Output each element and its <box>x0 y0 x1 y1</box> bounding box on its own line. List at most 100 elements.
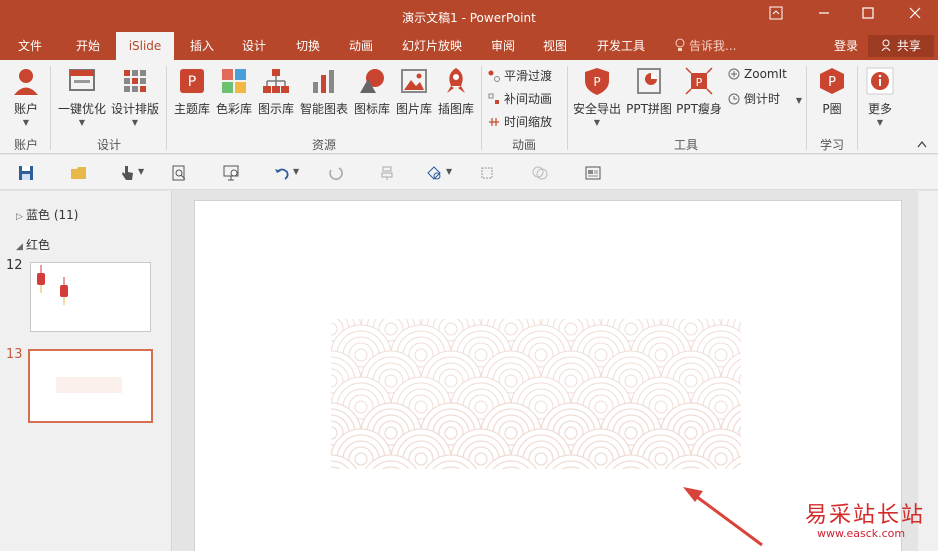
ribbon: 账户 ▼ 账户 一键优化 ▼ 设计排版 ▼ 设计 P 主题库 色彩库 图示库 智… <box>0 60 938 154</box>
group-divider <box>806 66 807 150</box>
tab-review[interactable]: 审阅 <box>481 32 525 60</box>
tab-view[interactable]: 视图 <box>533 32 577 60</box>
theme-library-button[interactable]: P 主题库 <box>172 64 212 117</box>
safe-export-button[interactable]: P 安全导出 ▼ <box>572 64 622 127</box>
design-layout-button[interactable]: 设计排版 ▼ <box>110 64 160 127</box>
open-folder-icon[interactable] <box>70 164 88 182</box>
chevron-down-icon: ▼ <box>78 118 86 127</box>
smooth-transition-button[interactable]: 平滑过渡 <box>488 67 552 84</box>
countdown-button[interactable]: 倒计时 ▼ <box>728 90 802 107</box>
one-click-optimize-button[interactable]: 一键优化 ▼ <box>58 64 106 127</box>
svg-text:P: P <box>593 75 600 89</box>
tab-animations[interactable]: 动画 <box>339 32 383 60</box>
smart-chart-label: 智能图表 <box>299 102 348 116</box>
tab-insert[interactable]: 插入 <box>180 32 224 60</box>
maximize-icon <box>862 7 874 19</box>
maximize-button[interactable] <box>858 6 878 26</box>
tween-animation-button[interactable]: 补间动画 <box>488 90 552 107</box>
format-painter-icon[interactable] <box>378 164 396 182</box>
group-divider <box>857 66 858 150</box>
login-link[interactable]: 登录 <box>834 32 858 60</box>
p-circle-button[interactable]: P P圈 <box>814 64 850 117</box>
tell-me-box[interactable]: 告诉我... <box>674 32 736 60</box>
account-label: 账户 <box>13 102 38 116</box>
chevron-down-icon[interactable]: ▼ <box>446 167 452 176</box>
slide-thumbnail[interactable] <box>30 262 151 332</box>
more-button[interactable]: 更多 ▼ <box>862 64 898 127</box>
p-circle-label: P圈 <box>822 102 842 116</box>
section-red[interactable]: ◢ 红色 <box>16 236 50 253</box>
design-layout-label: 设计排版 <box>110 102 159 116</box>
color-library-button[interactable]: 色彩库 <box>214 64 254 117</box>
ribbon-display-options-button[interactable] <box>766 6 786 26</box>
ppt-slim-button[interactable]: P PPT瘦身 <box>676 64 722 117</box>
group-label-account: 账户 <box>13 138 38 152</box>
seigaiha-wave-pattern[interactable] <box>195 201 903 551</box>
close-button[interactable] <box>905 6 925 26</box>
chevron-down-icon: ▼ <box>22 118 30 127</box>
chevron-down-icon: ▼ <box>795 96 802 105</box>
icon-library-button[interactable]: 图标库 <box>352 64 392 117</box>
group-divider <box>50 66 51 150</box>
grid-icon <box>124 70 146 92</box>
shape-fill-icon[interactable] <box>425 164 443 182</box>
account-button[interactable]: 账户 ▼ <box>10 64 42 127</box>
undo-icon[interactable] <box>273 164 291 182</box>
window-title: 演示文稿1 - PowerPoint <box>402 11 536 25</box>
tab-developer[interactable]: 开发工具 <box>592 32 650 60</box>
picture-icon <box>401 69 427 93</box>
arrow-annotation <box>683 487 763 547</box>
slide-canvas[interactable] <box>194 200 902 551</box>
picture-library-button[interactable]: 图片库 <box>394 64 434 117</box>
group-label-design: 设计 <box>96 138 121 152</box>
diagram-library-button[interactable]: 图示库 <box>256 64 296 117</box>
slideshow-from-start-icon[interactable] <box>222 164 240 182</box>
theme-library-label: 主题库 <box>173 102 210 116</box>
lightbulb-icon <box>675 38 685 51</box>
chevron-down-icon[interactable]: ▼ <box>293 167 299 176</box>
crop-icon[interactable] <box>478 164 496 182</box>
chevron-down-icon: ▼ <box>593 118 601 127</box>
group-divider <box>567 66 568 150</box>
ppt-collage-button[interactable]: PPT拼图 <box>626 64 672 117</box>
user-icon <box>14 69 38 95</box>
time-scale-button[interactable]: 时间缩放 <box>488 113 552 130</box>
minimize-button[interactable] <box>814 6 834 26</box>
diagram-library-label: 图示库 <box>257 102 294 116</box>
illustration-library-button[interactable]: 插图库 <box>436 64 476 117</box>
group-label-resources: 资源 <box>311 138 336 152</box>
time-scale-icon <box>489 118 499 126</box>
tab-design[interactable]: 设计 <box>232 32 276 60</box>
collapse-ribbon-button[interactable] <box>917 140 927 151</box>
share-button[interactable]: 共享 <box>868 35 934 57</box>
section-red-label: 红色 <box>26 238 51 252</box>
quick-access-toolbar: ▼ ▼ ▼ <box>0 155 938 190</box>
title-bar: 演示文稿1 - PowerPoint <box>0 0 938 32</box>
zoomit-button[interactable]: ZoomIt <box>728 67 787 81</box>
group-label-animation: 动画 <box>511 138 536 152</box>
chevron-down-icon[interactable]: ▼ <box>138 167 144 176</box>
section-blue[interactable]: ▷ 蓝色 (11) <box>16 206 78 223</box>
group-label-learn: 学习 <box>819 138 844 152</box>
tab-islide[interactable]: iSlide <box>116 32 174 60</box>
tab-slideshow[interactable]: 幻灯片放映 <box>398 32 466 60</box>
share-label: 共享 <box>896 39 921 53</box>
merge-shapes-icon[interactable] <box>531 164 549 182</box>
pattern-preview <box>56 377 122 393</box>
time-scale-label: 时间缩放 <box>504 115 553 129</box>
touch-mode-icon[interactable] <box>118 164 136 182</box>
redo-icon[interactable] <box>326 164 344 182</box>
text-box-icon[interactable] <box>584 164 602 182</box>
save-icon[interactable] <box>17 164 35 182</box>
countdown-label: 倒计时 <box>744 92 781 106</box>
more-label: 更多 <box>867 102 892 116</box>
tab-transitions[interactable]: 切换 <box>286 32 330 60</box>
tab-home[interactable]: 开始 <box>66 32 110 60</box>
one-click-optimize-label: 一键优化 <box>58 102 107 116</box>
print-preview-icon[interactable] <box>170 164 188 182</box>
slide-thumbnail-selected[interactable] <box>28 349 153 423</box>
tab-file[interactable]: 文件 <box>8 32 52 60</box>
powerpoint-window: 演示文稿1 - PowerPoint 文件 开始 iSlide 插入 设计 切换… <box>0 0 938 551</box>
smart-chart-button[interactable]: 智能图表 <box>298 64 350 117</box>
tell-me-label: 告诉我... <box>689 39 737 53</box>
